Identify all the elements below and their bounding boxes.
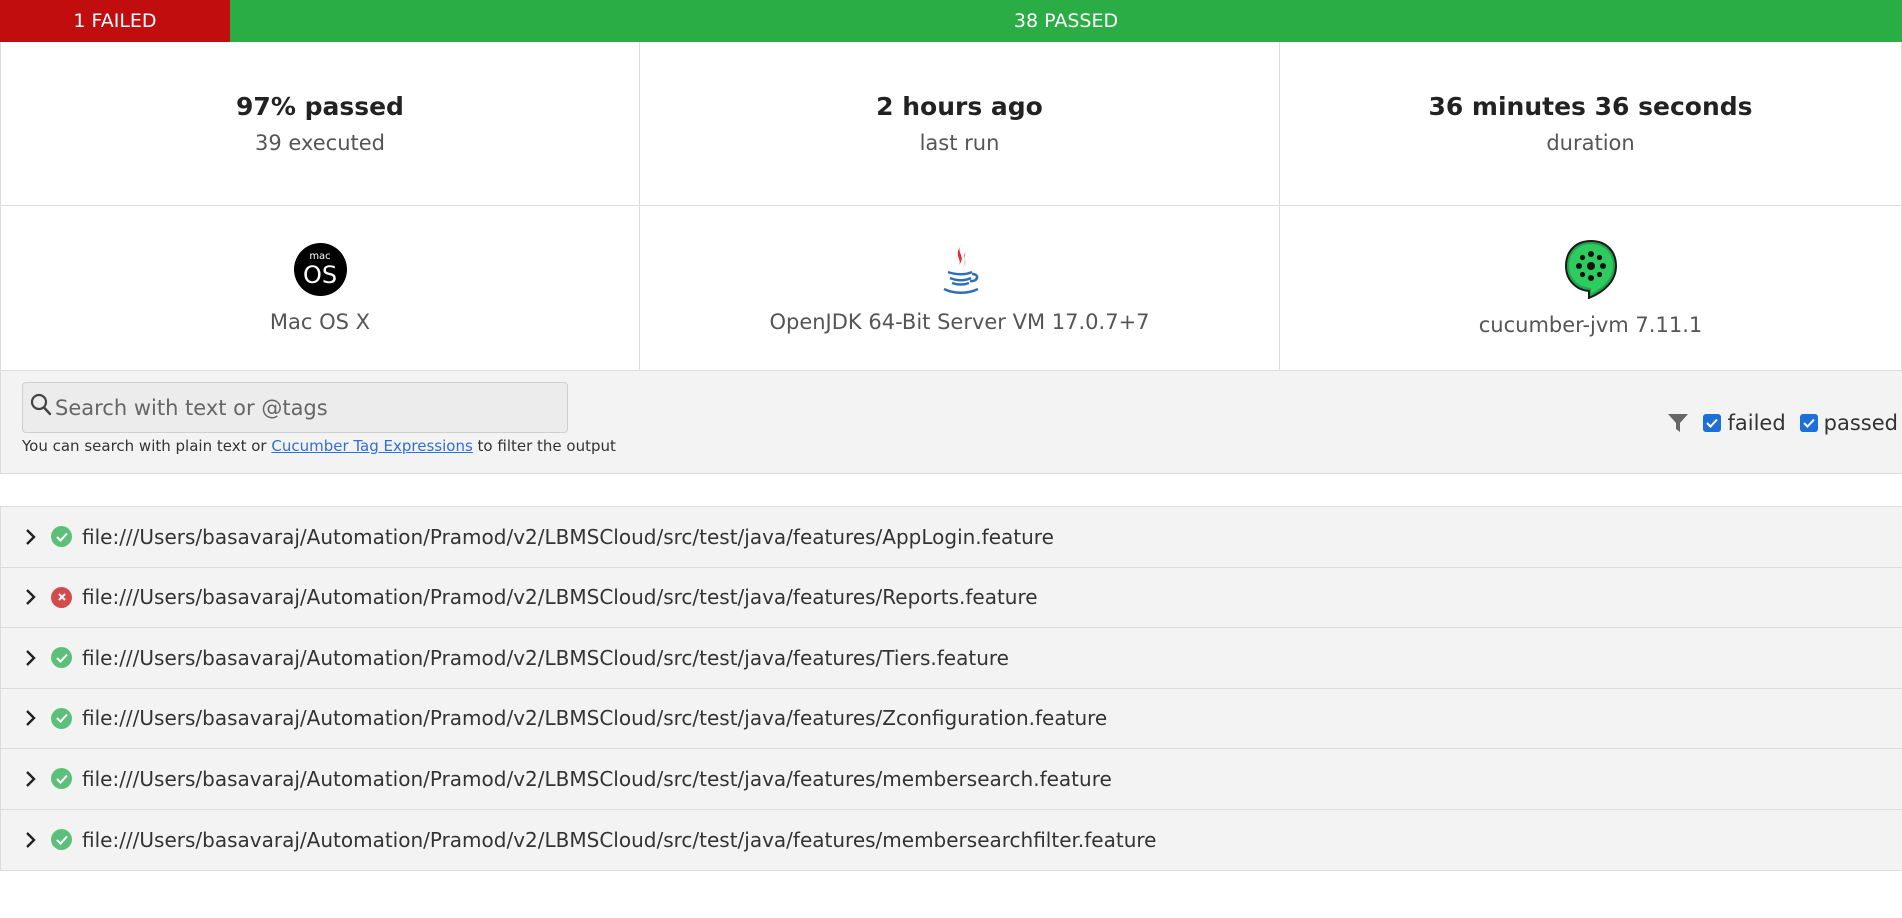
status-filters: failed passed: [1667, 411, 1898, 435]
filter-icon: [1668, 414, 1689, 432]
search-help-suffix: to filter the output: [472, 437, 616, 455]
passed-status-icon: [51, 707, 72, 729]
stat-value: 2 hours ago: [876, 92, 1043, 121]
env-os: mac OS Mac OS X: [0, 206, 640, 370]
passed-count-bar: 38 PASSED: [230, 0, 1902, 42]
search-help-prefix: You can search with plain text or: [22, 437, 272, 455]
feature-path[interactable]: file:///Users/basavaraj/Automation/Pramo…: [82, 828, 1156, 852]
search-help-text: You can search with plain text or Cucumb…: [22, 437, 616, 455]
feature-list: file:///Users/basavaraj/Automation/Pramo…: [0, 506, 1902, 871]
chevron-right-icon[interactable]: [25, 709, 37, 727]
failed-filter-label[interactable]: failed: [1727, 411, 1785, 435]
passed-status-icon: [51, 526, 72, 548]
tag-expressions-link[interactable]: Cucumber Tag Expressions: [271, 437, 472, 455]
feature-path[interactable]: file:///Users/basavaraj/Automation/Pramo…: [82, 767, 1112, 791]
env-implementation-label: cucumber-jvm 7.11.1: [1478, 313, 1703, 337]
env-implementation: cucumber-jvm 7.11.1: [1279, 206, 1902, 370]
stat-value: 36 minutes 36 seconds: [1428, 92, 1753, 121]
passed-filter-label[interactable]: passed: [1824, 411, 1898, 435]
feature-path[interactable]: file:///Users/basavaraj/Automation/Pramo…: [82, 525, 1054, 549]
stat-last-run: 2 hours ago last run: [639, 42, 1280, 206]
search-box[interactable]: [22, 382, 568, 433]
macos-icon: mac OS: [293, 242, 347, 296]
stat-label: duration: [1546, 131, 1635, 155]
passed-filter-checkbox[interactable]: [1799, 414, 1818, 432]
feature-path[interactable]: file:///Users/basavaraj/Automation/Pramo…: [82, 706, 1107, 730]
search-input[interactable]: [55, 383, 555, 432]
macos-logo-small-text: mac: [309, 250, 331, 262]
stat-value: 97% passed: [236, 92, 404, 121]
search-panel: You can search with plain text or Cucumb…: [0, 370, 1902, 474]
checkmark-icon: [1802, 418, 1815, 428]
environment-panel: mac OS Mac OS X OpenJDK 64-Bit Server VM…: [0, 206, 1902, 370]
failed-status-icon: [51, 586, 72, 608]
stat-passed-percent: 97% passed 39 executed: [0, 42, 640, 206]
stat-duration: 36 minutes 36 seconds duration: [1279, 42, 1902, 206]
feature-row[interactable]: file:///Users/basavaraj/Automation/Pramo…: [1, 567, 1902, 628]
env-os-label: Mac OS X: [269, 309, 371, 334]
chevron-right-icon[interactable]: [25, 528, 37, 546]
passed-status-icon: [51, 768, 72, 790]
search-icon: [30, 393, 52, 416]
stats-panel: 97% passed 39 executed 2 hours ago last …: [0, 42, 1902, 206]
feature-row[interactable]: file:///Users/basavaraj/Automation/Pramo…: [1, 749, 1902, 810]
failed-count-bar: 1 FAILED: [0, 0, 230, 42]
env-runtime: OpenJDK 64-Bit Server VM 17.0.7+7: [639, 206, 1280, 370]
passed-status-icon: [51, 829, 72, 851]
stat-label: last run: [919, 131, 1000, 155]
macos-logo-big-text: OS: [302, 260, 338, 289]
chevron-right-icon[interactable]: [25, 588, 37, 606]
chevron-right-icon[interactable]: [25, 649, 37, 667]
java-icon: [942, 244, 979, 294]
summary-bar: 1 FAILED 38 PASSED: [0, 0, 1902, 42]
cucumber-icon: [1564, 239, 1617, 299]
feature-row[interactable]: file:///Users/basavaraj/Automation/Pramo…: [1, 809, 1902, 870]
stat-label: 39 executed: [255, 131, 385, 155]
failed-filter-checkbox[interactable]: [1703, 414, 1722, 432]
passed-status-icon: [51, 647, 72, 669]
feature-row[interactable]: file:///Users/basavaraj/Automation/Pramo…: [1, 628, 1902, 689]
chevron-right-icon[interactable]: [25, 770, 37, 788]
chevron-right-icon[interactable]: [25, 831, 37, 849]
checkmark-icon: [1706, 418, 1719, 428]
feature-row[interactable]: file:///Users/basavaraj/Automation/Pramo…: [1, 688, 1902, 749]
feature-path[interactable]: file:///Users/basavaraj/Automation/Pramo…: [82, 585, 1038, 609]
env-runtime-label: OpenJDK 64-Bit Server VM 17.0.7+7: [769, 310, 1150, 334]
feature-row[interactable]: file:///Users/basavaraj/Automation/Pramo…: [1, 507, 1902, 568]
feature-path[interactable]: file:///Users/basavaraj/Automation/Pramo…: [82, 646, 1009, 670]
